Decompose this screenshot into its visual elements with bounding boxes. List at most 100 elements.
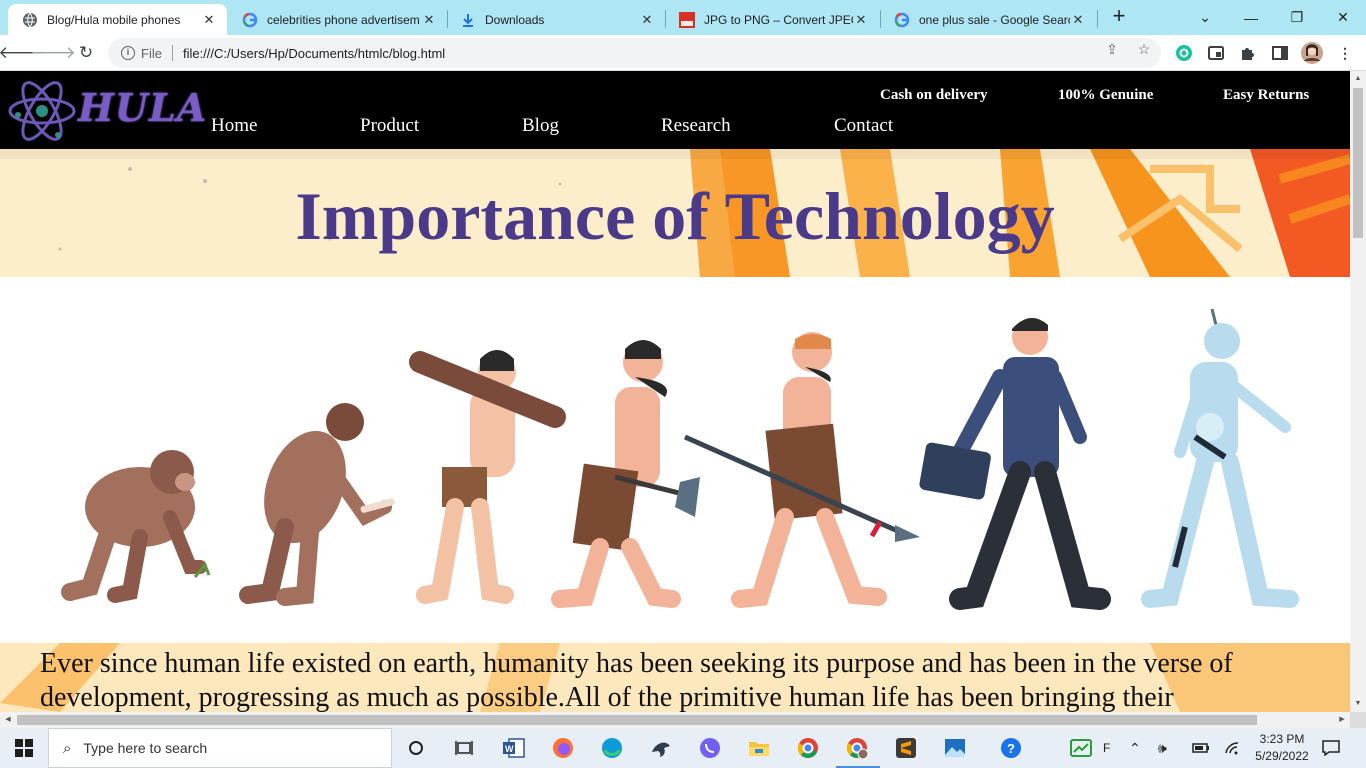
dolphin-app-icon[interactable] [643,734,679,762]
nav-home[interactable]: Home [211,115,257,137]
battery-icon[interactable] [1192,728,1210,768]
ape-figure [61,450,211,603]
bookmark-star-icon[interactable]: ☆ [1134,41,1154,61]
tab-title: celebrities phone advertisem [267,12,420,27]
jpgpng-icon [679,11,695,28]
scroll-up-arrow-icon[interactable]: ▲ [1350,71,1366,87]
vertical-scrollbar[interactable]: ▲ ▼ [1350,71,1366,712]
sublime-text-icon[interactable] [888,734,924,762]
scroll-down-arrow-icon[interactable]: ▼ [1350,696,1366,712]
system-clock[interactable]: 3:23 PM 5/29/2022 [1250,731,1314,765]
share-icon[interactable]: ⇪ [1102,41,1122,61]
firefox-icon[interactable] [545,734,581,762]
minimize-button[interactable]: — [1228,0,1274,35]
globe-icon [22,12,38,28]
horizontal-scroll-thumb[interactable] [17,715,1257,725]
tab-title: Blog/Hula mobile phones [47,12,181,27]
businessman-figure [919,317,1111,610]
chrome-icon[interactable] [790,734,826,762]
svg-text:W: W [505,744,514,754]
feature-cash-on-delivery: Cash on delivery [880,87,988,103]
help-icon[interactable]: ? [993,734,1029,762]
browser-toolbar: 🡐 🡒 ↻ i File file:///C:/Users/Hp/Documen… [0,35,1366,71]
restore-button[interactable]: ❐ [1274,0,1320,35]
feature-easy-returns: Easy Returns [1223,87,1310,103]
scroll-left-arrow-icon[interactable]: ◀ [0,712,16,728]
word-icon[interactable]: W [496,734,532,762]
tab-separator [1097,10,1098,28]
photos-icon[interactable] [937,734,973,762]
forward-button[interactable]: 🡒 [30,40,76,66]
reload-button[interactable]: ↻ [73,40,99,66]
nav-research[interactable]: Research [661,115,731,137]
menu-dots-icon[interactable]: ⋮ [1334,42,1356,64]
cortana-icon[interactable] [398,734,434,762]
clock-date: 5/29/2022 [1255,749,1309,763]
article-section: Ever since human life existed on earth, … [0,643,1350,712]
address-bar[interactable]: i File file:///C:/Users/Hp/Documents/htm… [108,38,1161,68]
clock-time: 3:23 PM [1259,732,1305,746]
scheme-label: File [141,45,162,61]
close-tab-icon[interactable]: ✕ [201,12,217,28]
close-tab-icon[interactable]: ✕ [421,12,437,28]
task-view-icon[interactable] [446,734,482,762]
nav-blog[interactable]: Blog [522,115,559,137]
notification-icon[interactable] [1322,728,1340,768]
speaker-icon[interactable]: 🕪 [1158,728,1167,768]
nav-product[interactable]: Product [360,115,419,137]
chevron-up-icon[interactable]: ⌃ [1129,728,1141,768]
taskbar-search-box[interactable]: ⌕ Type here to search [48,728,392,768]
url-text[interactable]: file:///C:/Users/Hp/Documents/htmlc/blog… [183,46,445,61]
vertical-scroll-thumb[interactable] [1353,88,1363,238]
search-icon: ⌕ [63,739,72,757]
media-icon[interactable] [1205,42,1227,64]
caveman-with-axe-figure [551,340,700,608]
omnibox-divider [171,45,173,61]
sidepanel-icon[interactable] [1269,42,1291,64]
tab-one-plus-sale[interactable]: one plus sale - Google Searc ✕ [880,4,1096,35]
tab-celebrities[interactable]: celebrities phone advertisem ✕ [228,4,447,35]
early-hominid-figure [239,403,395,606]
edge-icon[interactable] [594,734,630,762]
scrollbar-corner [1350,712,1366,728]
tab-downloads[interactable]: Downloads ✕ [446,4,665,35]
scroll-right-arrow-icon[interactable]: ▶ [1334,712,1350,728]
evolution-illustration [0,277,1350,643]
caveman-with-club-figure [409,350,566,604]
close-tab-icon[interactable]: ✕ [639,12,655,28]
extensions-puzzle-icon[interactable] [1237,42,1259,64]
windows-taskbar: ⌕ Type here to search W ? F ⌃ 🕪 3:23 PM … [0,728,1366,768]
grammarly-icon[interactable] [1173,42,1195,64]
tab-search-button[interactable]: ⌄ [1182,0,1228,35]
horizontal-scrollbar[interactable]: ◀ ▶ [0,712,1350,728]
tab-jpg-to-png[interactable]: JPG to PNG – Convert JPEG t ✕ [665,4,879,35]
tab-title: one plus sale - Google Searc [919,12,1070,27]
google-icon [242,12,258,28]
info-icon[interactable]: i [121,46,135,60]
windows-start-button[interactable] [0,728,48,768]
tab-title: Downloads [485,12,545,27]
tab-blog-hula[interactable]: Blog/Hula mobile phones ✕ [8,4,227,35]
download-icon [460,12,476,28]
close-tab-icon[interactable]: ✕ [1070,12,1086,28]
new-tab-button[interactable]: + [1108,5,1130,28]
close-window-button[interactable]: ✕ [1320,0,1366,35]
tray-letter: F [1103,741,1111,755]
nav-contact[interactable]: Contact [834,115,893,137]
logo-text: HULA [78,85,208,130]
close-tab-icon[interactable]: ✕ [853,12,869,28]
spear-hunter-figure [683,332,920,608]
profile-avatar[interactable] [1301,42,1323,64]
wifi-icon[interactable] [1224,728,1240,768]
atom-icon [8,81,76,141]
stock-chart-icon[interactable] [1070,728,1092,768]
chrome-profile-icon[interactable] [839,734,875,762]
tab-title: JPG to PNG – Convert JPEG t [704,12,853,27]
robot-figure [1141,308,1299,608]
banner-heading: Importance of Technology [295,178,1055,254]
viber-icon[interactable] [692,734,728,762]
windows-logo-icon [15,739,33,757]
file-explorer-icon[interactable] [741,734,777,762]
hula-logo[interactable]: HULA [6,75,206,147]
feature-genuine: 100% Genuine [1058,87,1154,103]
